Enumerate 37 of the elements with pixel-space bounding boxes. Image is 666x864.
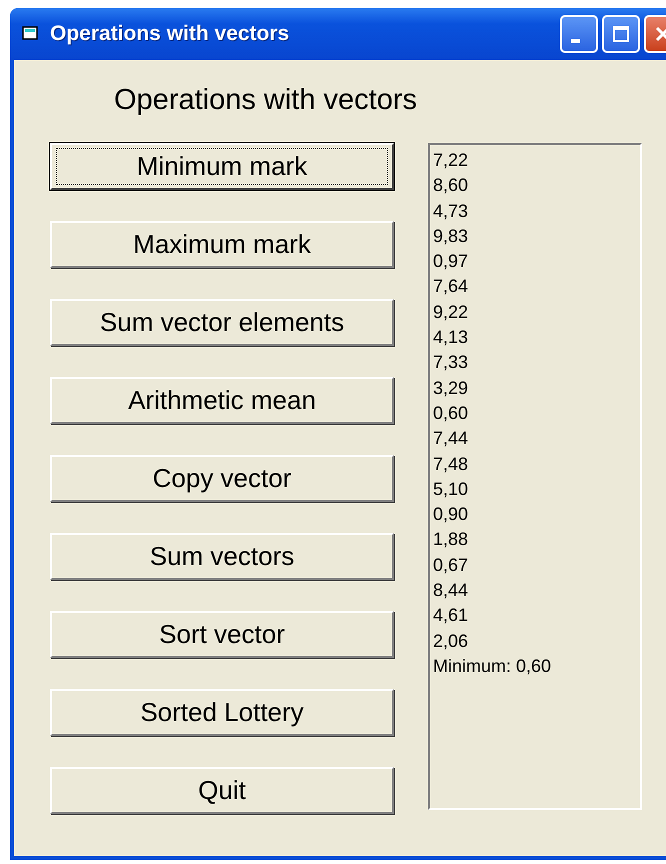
list-item: 2,06 xyxy=(433,630,470,653)
list-item: 3,29 xyxy=(433,376,470,400)
maximize-button[interactable] xyxy=(602,15,640,53)
list-item: 0,60 xyxy=(433,402,470,425)
list-item: 9,22 xyxy=(433,300,470,324)
minimize-button[interactable] xyxy=(560,15,598,53)
list-item: 7,64 xyxy=(433,275,470,298)
command-button[interactable]: Minimum mark xyxy=(50,143,394,190)
list-item: Minimum: 0,60 xyxy=(433,654,552,678)
list-item: 7,44 xyxy=(433,427,470,450)
window-icon xyxy=(22,26,40,42)
command-button[interactable]: Arithmetic mean xyxy=(50,377,394,424)
list-item: 4,13 xyxy=(433,326,470,350)
list-item: 8,60 xyxy=(433,174,470,198)
window-title: Operations with vectors xyxy=(50,22,290,46)
list-item: 9,83 xyxy=(433,224,470,248)
list-item: 4,61 xyxy=(433,604,470,628)
command-button[interactable]: Maximum mark xyxy=(50,221,394,268)
list-item: 0,67 xyxy=(433,554,470,577)
list-item: 8,44 xyxy=(433,579,470,602)
command-button[interactable]: Sum vector elements xyxy=(50,299,394,346)
command-button[interactable]: Copy vector xyxy=(50,455,394,502)
list-item: 7,48 xyxy=(433,452,470,476)
command-button[interactable]: Quit xyxy=(50,767,394,814)
command-button[interactable]: Sorted Lottery xyxy=(50,689,394,736)
command-button[interactable]: Sort vector xyxy=(50,611,394,658)
minimize-icon xyxy=(570,39,580,43)
form-heading: Operations with vectors xyxy=(114,84,418,117)
maximize-icon xyxy=(612,25,630,43)
list-item: 5,10 xyxy=(433,478,470,501)
list-item: 1,88 xyxy=(433,528,470,552)
list-item: 7,22 xyxy=(433,149,470,172)
list-item: 4,73 xyxy=(433,200,470,223)
list-item: 0,90 xyxy=(433,503,470,526)
list-item: 0,97 xyxy=(433,250,470,274)
list-item: 7,33 xyxy=(433,351,470,374)
command-button[interactable]: Sum vectors xyxy=(50,533,394,580)
